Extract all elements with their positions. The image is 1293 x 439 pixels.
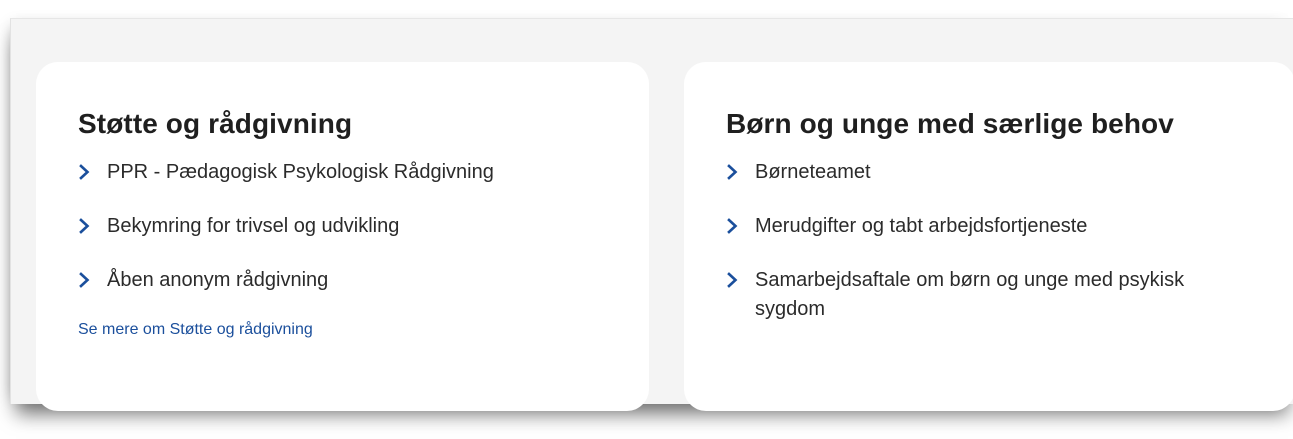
link-samarbejdsaftale[interactable]: Samarbejdsaftale om børn og unge med psy… <box>726 266 1205 324</box>
chevron-right-icon <box>726 216 740 236</box>
link-list: Børneteamet Merudgifter og tabt arbejdsf… <box>726 158 1293 324</box>
link-list: PPR - Pædagogisk Psykologisk Rådgivning … <box>78 158 649 295</box>
link-bekymring[interactable]: Bekymring for trivsel og udvikling <box>78 212 649 241</box>
link-label: Bekymring for trivsel og udvikling <box>107 215 400 237</box>
link-aben-anonym[interactable]: Åben anonym rådgivning <box>78 266 649 295</box>
chevron-right-icon <box>726 162 740 182</box>
link-label: Samarbejdsaftale om børn og unge med psy… <box>755 269 1185 320</box>
chevron-right-icon <box>78 270 92 290</box>
card-born-og-unge: Børn og unge med særlige behov Børneteam… <box>684 62 1293 411</box>
see-more-link[interactable]: Se mere om Støtte og rådgivning <box>78 321 313 339</box>
card-title: Børn og unge med særlige behov <box>726 108 1174 139</box>
chevron-right-icon <box>78 216 92 236</box>
link-borneteamet[interactable]: Børneteamet <box>726 158 1293 187</box>
chevron-right-icon <box>78 162 92 182</box>
link-label: Merudgifter og tabt arbejdsfortjeneste <box>755 215 1088 237</box>
card-title: Støtte og rådgivning <box>78 108 353 139</box>
content-section: Støtte og rådgivning PPR - Pædagogisk Ps… <box>10 18 1293 411</box>
link-merudgifter[interactable]: Merudgifter og tabt arbejdsfortjeneste <box>726 212 1293 241</box>
chevron-right-icon <box>726 270 740 290</box>
link-label: Åben anonym rådgivning <box>107 269 329 291</box>
link-ppr[interactable]: PPR - Pædagogisk Psykologisk Rådgivning <box>78 158 649 187</box>
link-label: Børneteamet <box>755 161 871 183</box>
link-label: PPR - Pædagogisk Psykologisk Rådgivning <box>107 161 494 183</box>
card-stotte-og-radgivning: Støtte og rådgivning PPR - Pædagogisk Ps… <box>36 62 649 411</box>
